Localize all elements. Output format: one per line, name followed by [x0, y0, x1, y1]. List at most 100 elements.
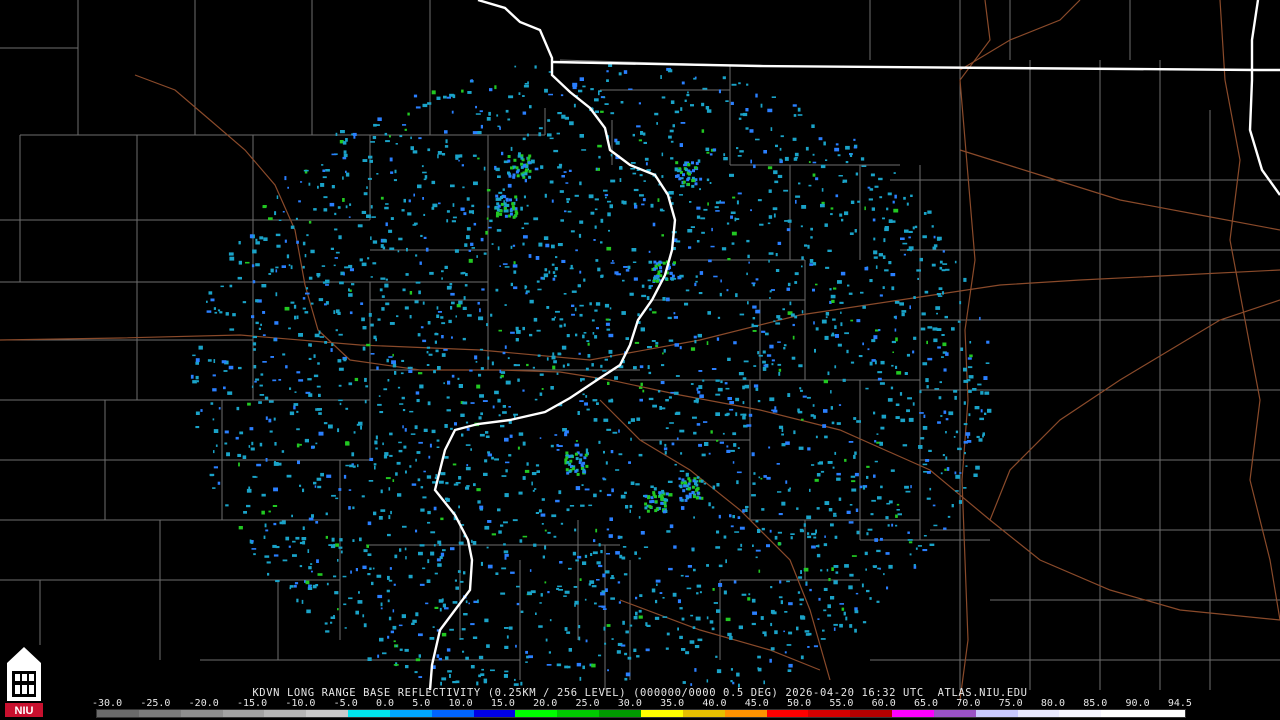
- echo-pixel: [815, 327, 819, 331]
- echo-pixel: [753, 365, 757, 367]
- echo-pixel: [435, 474, 438, 478]
- echo-pixel: [681, 648, 686, 651]
- echo-pixel: [532, 366, 535, 369]
- echo-pixel: [547, 133, 552, 137]
- echo-pixel: [706, 564, 709, 567]
- echo-pixel: [866, 589, 870, 593]
- echo-pixel: [778, 596, 783, 599]
- echo-pixel: [491, 456, 494, 460]
- echo-pixel: [740, 413, 744, 416]
- echo-pixel: [301, 537, 307, 541]
- echo-pixel: [633, 648, 637, 652]
- echo-pixel: [942, 342, 947, 347]
- echo-pixel: [771, 359, 775, 362]
- echo-pixel: [579, 304, 584, 307]
- echo-pixel: [598, 155, 601, 159]
- echo-pixel: [854, 229, 857, 233]
- echo-pixel: [662, 616, 668, 618]
- echo-pixel: [379, 411, 384, 414]
- echo-pixel: [426, 475, 432, 479]
- echo-pixel: [451, 110, 454, 114]
- echo-pixel: [559, 190, 564, 193]
- echo-pixel: [465, 486, 470, 490]
- echo-pixel: [469, 369, 473, 372]
- echo-cluster-pixel: [662, 261, 666, 265]
- echo-pixel: [443, 382, 445, 385]
- echo-pixel: [668, 396, 672, 399]
- echo-pixel: [220, 285, 224, 288]
- echo-pixel: [465, 421, 469, 424]
- echo-pixel: [395, 472, 398, 476]
- echo-pixel: [371, 581, 374, 586]
- echo-pixel: [619, 178, 622, 182]
- echo-pixel: [610, 577, 615, 580]
- echo-pixel: [304, 438, 309, 443]
- echo-pixel: [593, 418, 598, 422]
- echo-pixel: [243, 511, 247, 514]
- echo-pixel: [636, 125, 641, 128]
- echo-pixel: [444, 456, 449, 459]
- echo-pixel: [278, 379, 282, 381]
- echo-pixel: [629, 504, 633, 508]
- echo-pixel: [549, 180, 554, 184]
- echo-pixel: [926, 471, 931, 474]
- echo-pixel: [334, 212, 337, 216]
- echo-pixel: [674, 391, 679, 395]
- echo-pixel: [830, 207, 834, 210]
- echo-pixel: [449, 283, 453, 286]
- echo-pixel: [464, 284, 468, 287]
- echo-pixel: [544, 581, 547, 584]
- echo-pixel: [385, 302, 390, 306]
- echo-pixel: [487, 520, 492, 523]
- echo-pixel: [610, 355, 612, 358]
- scale-label: -5.0: [333, 698, 358, 709]
- echo-pixel: [401, 396, 405, 400]
- echo-pixel: [263, 535, 266, 539]
- scale-label: 5.0: [412, 698, 431, 709]
- echo-pixel: [265, 416, 268, 420]
- echo-pixel: [578, 89, 583, 93]
- echo-pixel: [492, 405, 495, 409]
- echo-pixel: [874, 440, 877, 443]
- echo-pixel: [830, 406, 833, 410]
- echo-pixel: [963, 423, 968, 426]
- echo-pixel: [529, 105, 532, 109]
- echo-pixel: [894, 300, 900, 304]
- echo-pixel: [786, 287, 790, 291]
- echo-pixel: [335, 309, 340, 314]
- echo-pixel: [732, 432, 737, 436]
- echo-pixel: [467, 91, 472, 94]
- echo-pixel: [463, 212, 467, 216]
- echo-pixel: [551, 199, 554, 203]
- echo-pixel: [941, 269, 946, 272]
- echo-pixel: [668, 135, 672, 139]
- echo-pixel: [331, 153, 337, 156]
- echo-pixel: [977, 383, 982, 386]
- echo-pixel: [820, 470, 825, 473]
- echo-pixel: [508, 454, 512, 457]
- echo-pixel: [770, 127, 773, 131]
- echo-pixel: [606, 624, 611, 627]
- echo-pixel: [935, 306, 941, 310]
- echo-pixel: [679, 346, 682, 350]
- echo-pixel: [726, 445, 729, 448]
- echo-pixel: [706, 679, 709, 683]
- echo-pixel: [603, 626, 606, 631]
- echo-pixel: [544, 193, 547, 198]
- echo-pixel: [797, 591, 801, 594]
- echo-pixel: [715, 546, 721, 549]
- echo-pixel: [275, 580, 280, 583]
- echo-pixel: [557, 352, 561, 355]
- echo-pixel: [634, 204, 638, 209]
- echo-pixel: [602, 573, 606, 578]
- echo-pixel: [522, 476, 526, 480]
- echo-pixel: [401, 209, 405, 212]
- echo-pixel: [254, 380, 257, 383]
- echo-pixel: [581, 484, 584, 486]
- echo-pixel: [942, 250, 945, 253]
- echo-pixel: [420, 486, 424, 489]
- echo-pixel: [381, 307, 385, 311]
- echo-pixel: [495, 167, 500, 172]
- colorbar-segment: [724, 710, 767, 717]
- echo-pixel: [442, 153, 446, 156]
